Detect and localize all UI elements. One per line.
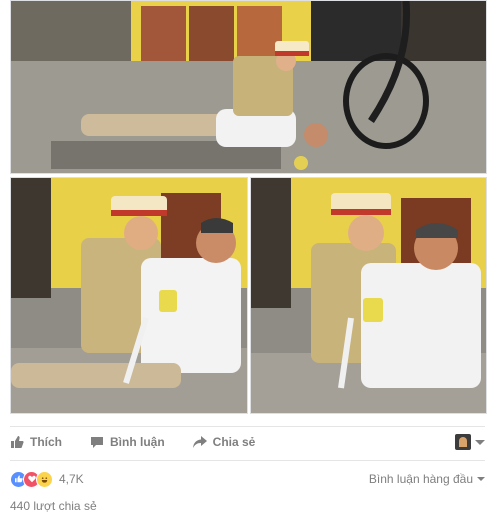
comment-sort-label: Bình luận hàng đầu [368,472,473,486]
facebook-post: Thích Bình luận Chia sẻ 4,7K Bình luận h… [0,0,497,519]
comment-icon [90,435,104,449]
reaction-count[interactable]: 4,7K [59,472,84,486]
share-button[interactable]: Chia sẻ [192,435,256,449]
photo-scene-officer-giving-drink-closeup [251,178,486,413]
comment-button[interactable]: Bình luận [90,435,165,449]
chevron-down-icon [477,477,485,481]
like-label: Thích [30,435,62,449]
haha-reaction-icon [36,470,53,488]
share-arrow-icon [192,435,207,449]
post-photo-2[interactable] [10,177,248,414]
photo-scene-officer-giving-drink [11,178,247,413]
share-count[interactable]: 440 lượt chia sẻ [10,499,97,513]
avatar [455,434,471,450]
like-button[interactable]: Thích [10,435,62,449]
chevron-down-icon [475,439,485,445]
thumbs-up-icon [10,435,24,449]
post-as-selector[interactable] [455,434,485,450]
post-photo-3[interactable] [250,177,487,414]
photo-scene-officer-helping-man [11,1,486,173]
share-label: Chia sẻ [212,435,256,449]
post-action-bar: Thích Bình luận Chia sẻ [10,426,485,457]
comment-label: Bình luận [110,435,165,449]
post-photo-1[interactable] [10,0,487,174]
reactions-bar: 4,7K Bình luận hàng đầu [10,460,485,497]
comment-sort-dropdown[interactable]: Bình luận hàng đầu [369,472,485,486]
